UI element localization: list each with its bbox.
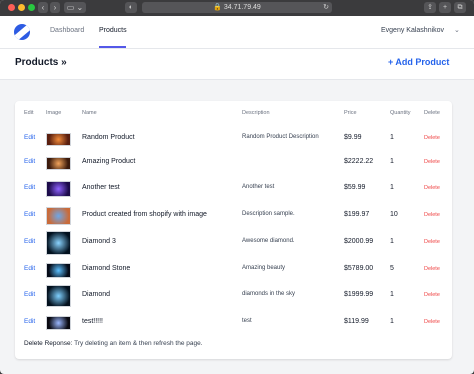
product-price: $119.99	[344, 318, 369, 325]
product-quantity: 5	[390, 265, 394, 272]
product-name: Diamond 3	[82, 238, 116, 245]
new-tab-icon[interactable]: +	[439, 2, 451, 13]
delete-button[interactable]: Delete	[424, 135, 440, 141]
edit-link[interactable]: Edit	[24, 238, 35, 245]
products-table: Edit Image Name Description Price Quanti…	[15, 101, 452, 359]
product-thumbnail	[46, 207, 71, 225]
user-menu[interactable]: Evgeny Kalashnikov	[381, 27, 444, 34]
header-description: Description	[242, 110, 270, 116]
chevron-down-icon[interactable]: ⌄	[454, 26, 460, 34]
product-thumbnail	[46, 316, 71, 330]
browser-window: ‹ › ▭ ⌄ ◐ 🔒 34.71.79.49 ↻ ⇪ + ⧉ Dashboar…	[0, 0, 474, 374]
edit-link[interactable]: Edit	[24, 184, 35, 191]
nav-products[interactable]: Products	[99, 27, 127, 34]
share-icon[interactable]: ⇪	[424, 2, 436, 13]
product-price: $59.99	[344, 184, 366, 191]
edit-link[interactable]: Edit	[24, 291, 35, 298]
product-quantity: 1	[390, 134, 394, 141]
product-price: $199.97	[344, 211, 370, 218]
delete-button[interactable]: Delete	[424, 319, 440, 325]
app-header: Dashboard Products Evgeny Kalashnikov ⌄	[0, 16, 474, 49]
table-row: Edit Product created from shopify with im…	[15, 202, 452, 228]
product-description: Random Product Description	[242, 134, 319, 140]
product-name: Diamond	[82, 291, 111, 298]
table-row: Edit Diamond Stone Amazing beauty $5789.00 5…	[15, 256, 452, 282]
product-thumbnail	[46, 181, 71, 197]
sidebar-toggle-icon[interactable]: ▭ ⌄	[64, 2, 86, 13]
product-description: test	[242, 318, 252, 324]
product-description: Another test	[242, 184, 275, 190]
delete-response-text: Try deleting an item & then refresh the …	[74, 340, 203, 347]
close-window-button[interactable]	[8, 4, 15, 11]
product-thumbnail	[46, 285, 71, 307]
product-name: Random Product	[82, 134, 135, 141]
product-price: $1999.99	[344, 291, 374, 298]
delete-button[interactable]: Delete	[424, 212, 440, 218]
add-product-button[interactable]: + Add Product	[388, 57, 449, 67]
table-row: Edit test!!!!! test $119.99 1 Delete	[15, 309, 452, 335]
product-price: $2000.99	[344, 238, 374, 245]
edit-link[interactable]: Edit	[24, 265, 35, 272]
product-quantity: 1	[390, 291, 394, 298]
address-bar[interactable]: 🔒 34.71.79.49	[142, 2, 332, 13]
edit-link[interactable]: Edit	[24, 158, 35, 165]
header-delete: Delete	[424, 110, 440, 116]
header-price: Price	[344, 110, 357, 116]
page-title: Products »	[15, 57, 67, 68]
product-thumbnail	[46, 231, 71, 255]
privacy-shield-icon[interactable]: ◐	[125, 2, 137, 13]
header-edit: Edit	[24, 110, 34, 116]
product-price: $5789.00	[344, 265, 374, 272]
app-logo[interactable]	[14, 24, 30, 40]
edit-link[interactable]: Edit	[24, 134, 35, 141]
product-price: $9.99	[344, 134, 362, 141]
product-description: Amazing beauty	[242, 265, 286, 271]
product-quantity: 1	[390, 184, 394, 191]
product-name: Product created from shopify with image	[82, 211, 207, 218]
product-price: $2222.22	[344, 158, 374, 165]
table-row: Edit Diamond diamonds in the sky $1999.99 1 D…	[15, 282, 452, 308]
table-row: Edit Another test Another test $59.99 1 Delet…	[15, 175, 452, 201]
delete-response: Delete Reponse: Try deleting an item & t…	[24, 340, 203, 347]
table-row: Edit Diamond 3 Awesome diamond. $2000.99 1 De…	[15, 229, 452, 255]
address-text: 34.71.79.49	[223, 4, 261, 11]
zoom-window-button[interactable]	[28, 4, 35, 11]
browser-toolbar: ‹ › ▭ ⌄ ◐ 🔒 34.71.79.49 ↻ ⇪ + ⧉	[0, 0, 474, 17]
product-thumbnail	[46, 132, 71, 146]
nav-dashboard[interactable]: Dashboard	[50, 27, 84, 34]
product-quantity: 10	[390, 211, 398, 218]
header-image: Image	[46, 110, 62, 116]
active-nav-indicator	[99, 46, 126, 48]
product-name: Another test	[82, 184, 120, 191]
product-description: Description sample.	[242, 211, 295, 217]
product-thumbnail	[46, 262, 71, 278]
product-name: Diamond Stone	[82, 265, 131, 272]
edit-link[interactable]: Edit	[24, 211, 35, 218]
product-description: diamonds in the sky	[242, 291, 296, 297]
table-row: Edit Amazing Product $2222.22 1 Delete	[15, 149, 452, 175]
delete-button[interactable]: Delete	[424, 239, 440, 245]
header-quantity: Quantity	[390, 110, 411, 116]
minimize-window-button[interactable]	[18, 4, 25, 11]
product-name: Amazing Product	[82, 158, 136, 165]
edit-link[interactable]: Edit	[24, 318, 35, 325]
product-thumbnail	[46, 156, 71, 170]
delete-button[interactable]: Delete	[424, 266, 440, 272]
product-quantity: 1	[390, 318, 394, 325]
back-button[interactable]: ‹	[38, 2, 48, 13]
forward-button[interactable]: ›	[50, 2, 60, 13]
header-name: Name	[82, 110, 97, 116]
table-row: Edit Random Product Random Product Descrip…	[15, 125, 452, 151]
delete-button[interactable]: Delete	[424, 159, 440, 165]
product-description: Awesome diamond.	[242, 238, 295, 244]
reload-icon[interactable]: ↻	[320, 2, 332, 13]
page-header: Products » + Add Product	[0, 49, 474, 80]
product-quantity: 1	[390, 238, 394, 245]
delete-response-label: Delete Reponse:	[24, 340, 73, 347]
tab-overview-icon[interactable]: ⧉	[454, 2, 466, 13]
delete-button[interactable]: Delete	[424, 292, 440, 298]
delete-button[interactable]: Delete	[424, 185, 440, 191]
product-quantity: 1	[390, 158, 394, 165]
product-name: test!!!!!	[82, 318, 104, 325]
